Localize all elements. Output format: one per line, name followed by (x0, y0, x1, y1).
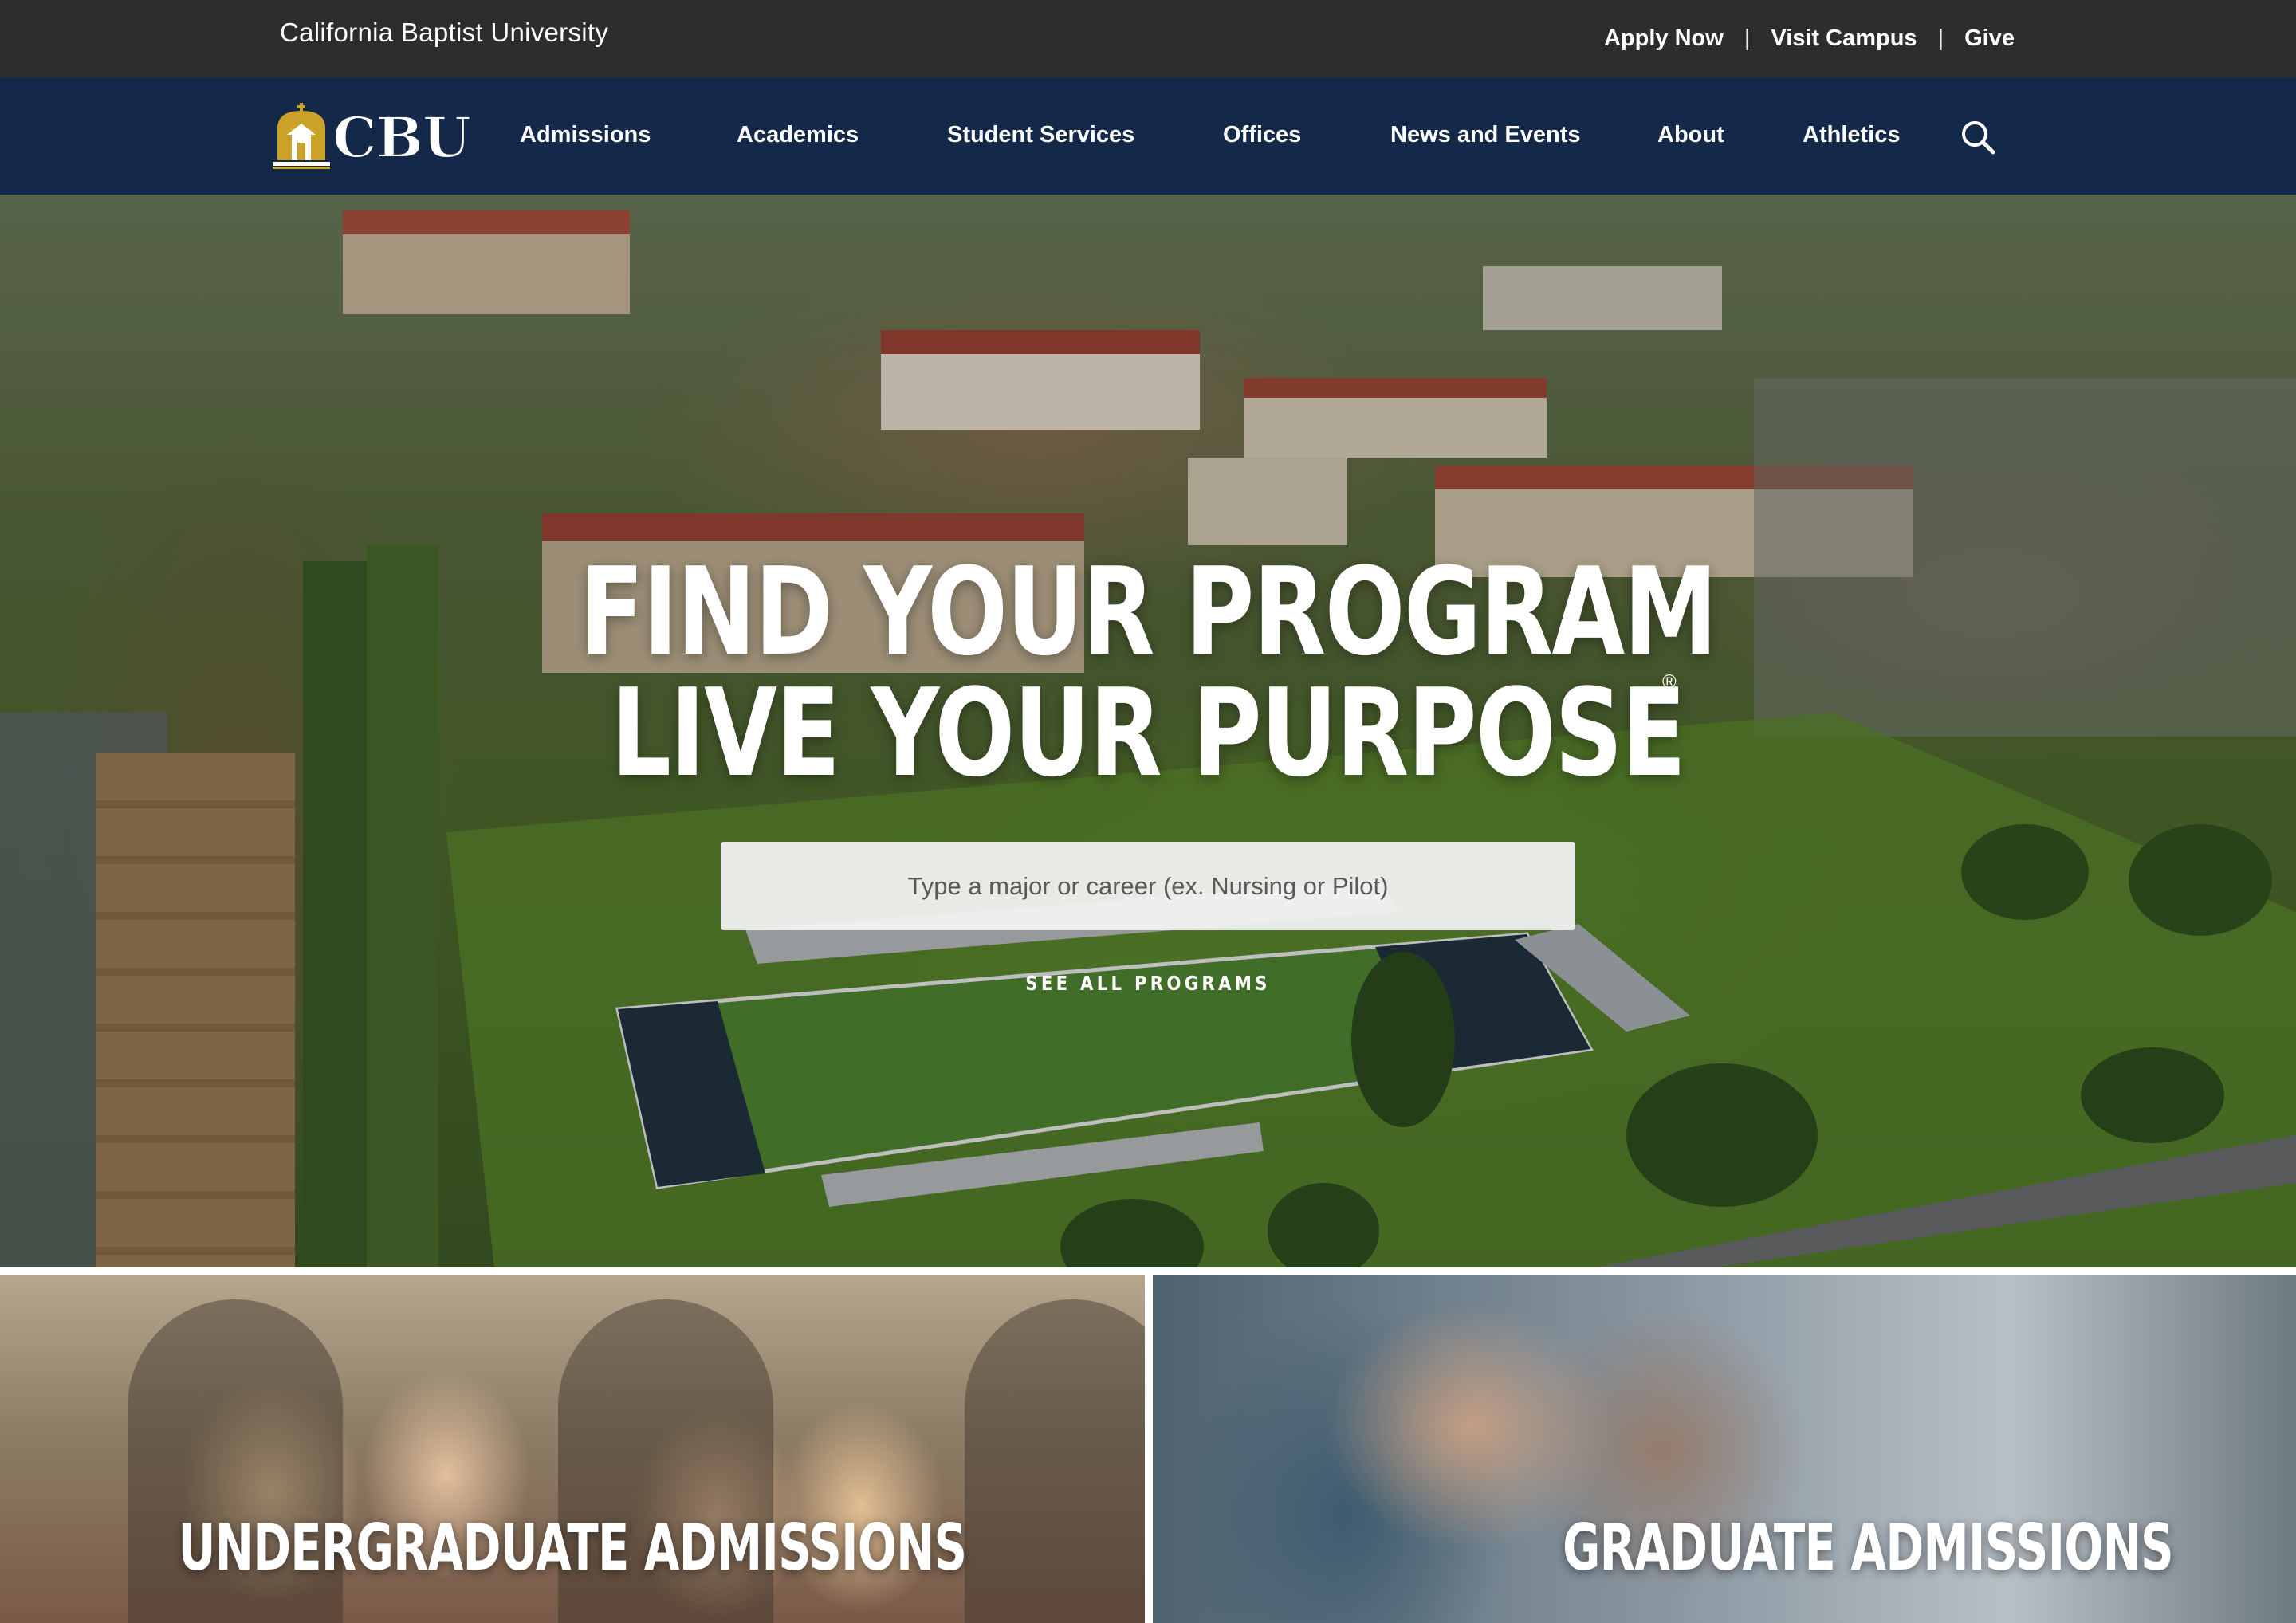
chapel-icon (273, 103, 330, 169)
hero-headline-line-1: FIND YOUR PROGRAM (579, 541, 1718, 682)
registered-mark: ® (1662, 671, 1677, 693)
undergraduate-admissions-tile[interactable]: UNDERGRADUATE ADMISSIONS (0, 1275, 1145, 1623)
main-nav: CBU Admissions Academics Student Service… (0, 77, 2296, 195)
nav-about[interactable]: About (1657, 122, 1724, 148)
nav-admissions[interactable]: Admissions (520, 122, 651, 148)
nav-academics[interactable]: Academics (737, 122, 859, 148)
link-separator: | (1744, 26, 1751, 51)
admissions-tiles: UNDERGRADUATE ADMISSIONS GRADUATE ADMISS… (0, 1267, 2296, 1623)
hero-section: FIND YOUR PROGRAM LIVE YOUR PURPOSE ® SE… (0, 195, 2296, 1267)
nav-offices[interactable]: Offices (1223, 122, 1301, 148)
search-icon (1962, 121, 1995, 155)
see-all-programs-link[interactable]: SEE ALL PROGRAMS (172, 972, 2124, 995)
nav-athletics[interactable]: Athletics (1803, 122, 1900, 148)
utility-bar: California Baptist University Apply Now … (0, 0, 2296, 77)
graduate-admissions-label: GRADUATE ADMISSIONS (1563, 1511, 2173, 1585)
arch-decoration (965, 1299, 1145, 1623)
link-separator: | (1937, 26, 1944, 51)
cbu-logo[interactable]: CBU (271, 101, 472, 171)
nav-news-and-events[interactable]: News and Events (1390, 122, 1581, 148)
program-search-input[interactable] (721, 842, 1575, 930)
apply-now-link[interactable]: Apply Now (1604, 26, 1724, 52)
undergraduate-admissions-label: UNDERGRADUATE ADMISSIONS (178, 1511, 967, 1585)
logo-text: CBU (332, 104, 472, 171)
search-button[interactable] (1960, 119, 1996, 155)
utility-links: Apply Now | Visit Campus | Give (1604, 26, 2015, 52)
site-name: California Baptist University (280, 18, 609, 47)
hero-headline-line-2: LIVE YOUR PURPOSE (611, 662, 1686, 804)
visit-campus-link[interactable]: Visit Campus (1771, 26, 1917, 52)
give-link[interactable]: Give (1964, 26, 2015, 52)
graduate-admissions-tile[interactable]: GRADUATE ADMISSIONS (1153, 1275, 2296, 1623)
nav-student-services[interactable]: Student Services (947, 122, 1134, 148)
